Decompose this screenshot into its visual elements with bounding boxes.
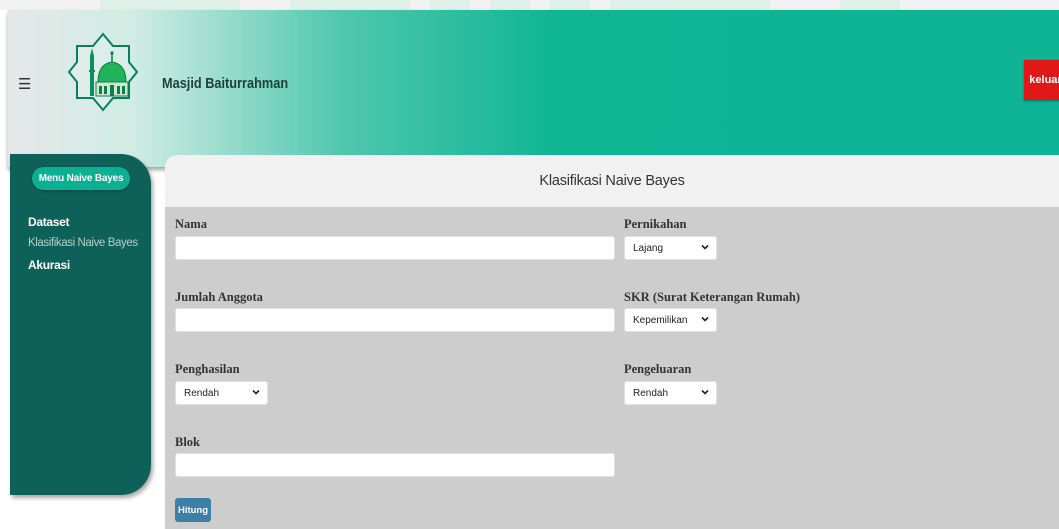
penghasilan-select[interactable]: Rendah xyxy=(175,381,268,405)
skr-label: SKR (Surat Keterangan Rumah) xyxy=(624,290,801,304)
sidebar: Menu Naive Bayes Dataset Klasifikasi Nai… xyxy=(10,154,151,495)
pengeluaran-select[interactable]: Rendah xyxy=(624,381,717,405)
pengeluaran-selected: Rendah xyxy=(633,387,669,399)
chevron-down-icon xyxy=(701,316,709,322)
blok-label: Blok xyxy=(175,435,201,449)
sidebar-item-klasifikasi[interactable]: Klasifikasi Naive Bayes xyxy=(28,237,138,249)
sidebar-item-akurasi[interactable]: Akurasi xyxy=(28,258,70,272)
mosque-logo-icon xyxy=(68,32,138,112)
pernikahan-select[interactable]: Lajang xyxy=(624,236,717,260)
penghasilan-selected: Rendah xyxy=(184,387,220,399)
top-strip xyxy=(0,0,1059,10)
pernikahan-label: Pernikahan xyxy=(624,217,687,231)
sidebar-title: Menu Naive Bayes xyxy=(32,167,130,190)
jumlah-anggota-input[interactable] xyxy=(175,308,615,332)
hitung-button[interactable]: Hitung xyxy=(175,498,211,522)
jumlah-anggota-label: Jumlah Anggota xyxy=(175,290,263,304)
nama-input[interactable] xyxy=(175,236,615,260)
pernikahan-selected: Lajang xyxy=(633,242,664,254)
classification-panel: Klasifikasi Naive Bayes Nama Jumlah Angg… xyxy=(165,155,1059,529)
blok-input[interactable] xyxy=(175,453,615,477)
hamburger-icon[interactable]: ☰ xyxy=(18,77,31,92)
app-header: ☰ Masjid Baiturrahman keluar xyxy=(8,10,1059,167)
penghasilan-label: Penghasilan xyxy=(175,362,240,376)
site-title: Masjid Baiturrahman xyxy=(162,75,289,92)
logout-button[interactable]: keluar xyxy=(1024,60,1059,100)
pengeluaran-label: Pengeluaran xyxy=(624,362,692,376)
sidebar-item-dataset[interactable]: Dataset xyxy=(28,215,70,229)
panel-title: Klasifikasi Naive Bayes xyxy=(165,155,1059,207)
chevron-down-icon xyxy=(701,244,709,250)
skr-selected: Kepemilikan xyxy=(633,314,688,326)
chevron-down-icon xyxy=(701,389,709,395)
nama-label: Nama xyxy=(175,217,207,231)
skr-select[interactable]: Kepemilikan xyxy=(624,308,717,332)
chevron-down-icon xyxy=(252,389,260,395)
